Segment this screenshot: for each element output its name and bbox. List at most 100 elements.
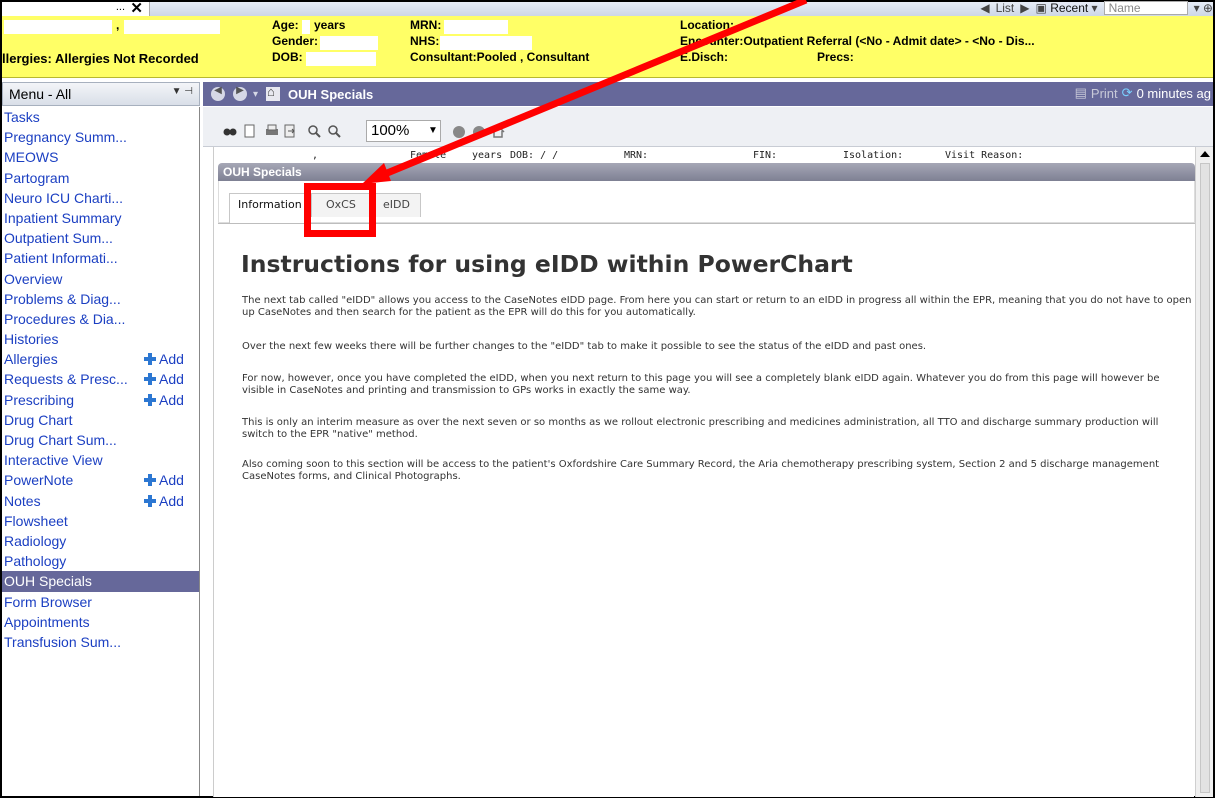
sidebar-item-label: Problems & Diag... [4,290,121,307]
vertical-scrollbar[interactable] [1195,147,1213,797]
tab-information[interactable]: Information [229,193,311,224]
sidebar-add-button[interactable]: Add [144,491,184,511]
close-icon[interactable]: ✕ [130,0,143,17]
panel-header: OUH Specials [218,163,1195,181]
menu-header[interactable]: Menu - All ▼ ⊣ [2,82,200,106]
plus-icon [144,353,156,366]
home-page-icon[interactable] [491,124,505,138]
sidebar-item[interactable]: Procedures & Dia... [2,309,199,329]
zoom-dropdown-icon[interactable]: ▼ [424,120,442,142]
patient-dob: DOB: / / [510,150,559,161]
sidebar-item[interactable]: Overview [2,269,199,289]
sidebar-item[interactable]: Prescribing Add [2,390,199,410]
sidebar-item-label: PowerNote [4,472,74,489]
sidebar-item[interactable]: Transfusion Sum... [2,632,199,652]
sidebar-item[interactable]: Form Browser [2,592,199,612]
export-icon[interactable] [283,124,297,138]
sidebar-item[interactable]: Drug Chart Sum... [2,430,199,450]
age-label: Age: [272,18,299,32]
recent-button[interactable]: ▣ Recent ▾ [1036,1,1098,15]
sidebar-add-button[interactable]: Add [144,369,184,389]
patient-isolation: Isolation: [843,150,904,161]
add-label: Add [159,472,184,489]
page-icon[interactable] [243,124,257,138]
mrn-redaction [444,20,508,34]
menu-pin-icon[interactable]: ▼ ⊣ [172,86,193,97]
sidebar-item[interactable]: Patient Informati... [2,248,199,268]
list-arrow-left-icon[interactable]: ◀ [980,1,989,15]
sidebar-item[interactable]: Notes Add [2,491,199,511]
sidebar-add-button[interactable]: Add [144,470,184,490]
zoom-in-icon[interactable] [327,124,341,138]
sidebar-add-button[interactable]: Add [144,390,184,410]
patient-banner: ... ✕ ◀ List ▶ ▣ Recent ▾ Name ▾ ⊕ , Age… [2,0,1213,78]
refresh-page-icon[interactable] [473,126,485,138]
patient-sex: Female [410,150,447,161]
scroll-up-icon[interactable] [1198,149,1212,161]
browser-toolbar: 100% ▼ [203,107,1213,147]
printer-icon[interactable]: ▤ [1075,85,1087,101]
sidebar-item[interactable]: Neuro ICU Charti... [2,188,199,208]
sidebar-item-label: OUH Specials [4,573,92,590]
encounter-value: Encounter:Outpatient Referral (<No - Adm… [680,34,1035,48]
recent-folder-icon: ▣ [1035,1,1047,15]
print-button[interactable]: Print [1091,86,1118,101]
sidebar-item-label: Tasks [4,109,40,125]
name-search-input[interactable]: Name [1103,1,1188,15]
add-label: Add [159,391,184,408]
mrn-label: MRN: [410,18,442,32]
forward-icon[interactable]: ▶ [233,85,247,101]
recent-label: Recent [1050,1,1089,15]
sidebar-item[interactable]: MEOWS [2,147,199,167]
sidebar-item-label: Patient Informati... [4,250,118,267]
sidebar-item-label: Procedures & Dia... [4,310,126,327]
home-icon[interactable]: ⌂ [266,84,281,101]
list-button[interactable]: List [996,1,1015,15]
patient-tab[interactable]: ... ✕ [2,0,150,17]
scroll-track[interactable] [1200,163,1210,793]
print-preview-icon[interactable] [265,124,279,138]
sidebar-item[interactable]: Requests & Presc... Add [2,369,199,389]
sidebar-item[interactable]: Inpatient Summary [2,208,199,228]
patient-years: years [472,150,503,161]
nav-right-tools: ▤ Print ⟳ 0 minutes ag [1075,85,1211,101]
sidebar-item-label: Form Browser [4,593,92,610]
sidebar-item[interactable]: Problems & Diag... [2,289,199,309]
paragraph-4: This is only an interim measure as over … [242,417,1159,440]
sidebar-item[interactable]: Pregnancy Summ... [2,127,199,147]
sidebar-item[interactable]: Tasks [2,107,199,127]
sidebar-add-button[interactable]: Add [144,349,184,369]
stop-icon[interactable] [453,126,465,138]
gender-label: Gender: [272,34,319,48]
sidebar-item[interactable]: Flowsheet [2,511,199,531]
sidebar-item[interactable]: Pathology [2,551,199,571]
sidebar-item[interactable]: Histories [2,329,199,349]
list-arrow-right-icon[interactable]: ▶ [1020,1,1029,15]
refresh-icon[interactable]: ⟳ [1122,85,1133,101]
find-icon[interactable] [223,124,237,138]
sidebar-item[interactable]: Outpatient Sum... [2,228,199,248]
sidebar-item[interactable]: Interactive View [2,450,199,470]
sidebar-item[interactable]: Radiology [2,531,199,551]
sidebar-item[interactable]: Partogram [2,168,199,188]
sidebar-item-label: Allergies [4,351,58,368]
patient-tab-dots: ... [115,1,125,13]
plus-icon [144,393,156,406]
sidebar-item-label: Neuro ICU Charti... [4,189,124,206]
nhs-redaction [440,36,532,50]
zoom-out-icon[interactable] [307,124,321,138]
name-search-dropdown-icon[interactable]: ▾ ⊕ [1194,1,1213,15]
history-dropdown-icon[interactable]: ▾ [253,89,258,100]
sidebar-item[interactable]: OUH Specials [2,571,199,592]
back-icon[interactable]: ◀ [211,85,225,101]
sidebar-item[interactable]: Drug Chart [2,410,199,430]
sidebar-item[interactable]: Allergies Add [2,349,199,369]
sidebar-item-label: Interactive View [4,452,103,469]
patient-info-strip: , Female years DOB: / / MRN: FIN: Isolat… [214,147,1195,163]
tab-eidd[interactable]: eIDD [372,193,421,217]
sidebar-item[interactable]: PowerNote Add [2,470,199,490]
allergies-banner: llergies: Allergies Not Recorded [2,51,199,66]
sidebar-item[interactable]: Appointments [2,612,199,632]
menu-title: Menu - All [9,86,72,102]
sidebar-item-label: Radiology [4,532,67,549]
